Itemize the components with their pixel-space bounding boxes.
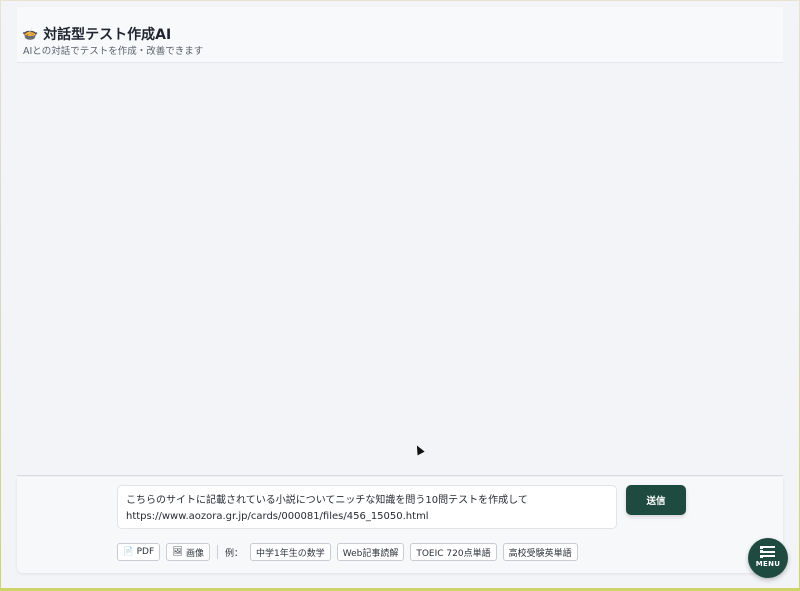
page-subtitle: AIとの対話でテストを作成・改善できます — [23, 46, 204, 57]
example-chip[interactable]: 高校受験英単語 — [502, 543, 578, 561]
menu-button[interactable]: MENU — [748, 538, 788, 578]
page-title-text: 対話型テスト作成AI — [43, 27, 172, 43]
composer-toolbar: 📄 PDF 🖼 画像 例： 中学1年生の数学 Web記事読解 TOEIC 720… — [117, 542, 578, 562]
message-composer: こちらのサイトに記載されている小説についてニッチな知識を問う10問テストを作成し… — [17, 477, 783, 573]
toolbar-separator — [216, 545, 218, 559]
send-button[interactable]: 送信 — [626, 485, 686, 515]
message-input[interactable]: こちらのサイトに記載されている小説についてニッチな知識を問う10問テストを作成し… — [117, 485, 617, 529]
example-chip[interactable]: Web記事読解 — [336, 543, 405, 561]
example-chip[interactable]: TOEIC 720点単語 — [410, 543, 497, 561]
pot-logo-icon: 🍲 — [22, 26, 39, 42]
attach-pdf-button[interactable]: 📄 PDF — [117, 543, 161, 561]
composer-divider — [17, 475, 783, 476]
attach-image-label: 画像 — [185, 548, 204, 559]
list-menu-icon — [760, 545, 775, 558]
app-container: 🍲 対話型テスト作成AI AIとの対話でテストを作成・改善できます こちらのサイ… — [1, 1, 799, 588]
chat-messages-area[interactable] — [17, 64, 783, 474]
attach-image-button[interactable]: 🖼 画像 — [166, 543, 210, 561]
document-icon: 📄 — [123, 547, 134, 557]
example-chip[interactable]: 中学1年生の数学 — [249, 543, 331, 561]
window-frame: 🍲 対話型テスト作成AI AIとの対話でテストを作成・改善できます こちらのサイ… — [0, 0, 800, 591]
menu-label: MENU — [755, 560, 781, 568]
examples-label: 例： — [224, 548, 243, 559]
app-header: 🍲 対話型テスト作成AI AIとの対話でテストを作成・改善できます — [17, 7, 783, 63]
page-title: 🍲 対話型テスト作成AI — [22, 24, 171, 44]
image-icon: 🖼 — [172, 547, 183, 557]
attach-pdf-label: PDF — [136, 547, 155, 557]
